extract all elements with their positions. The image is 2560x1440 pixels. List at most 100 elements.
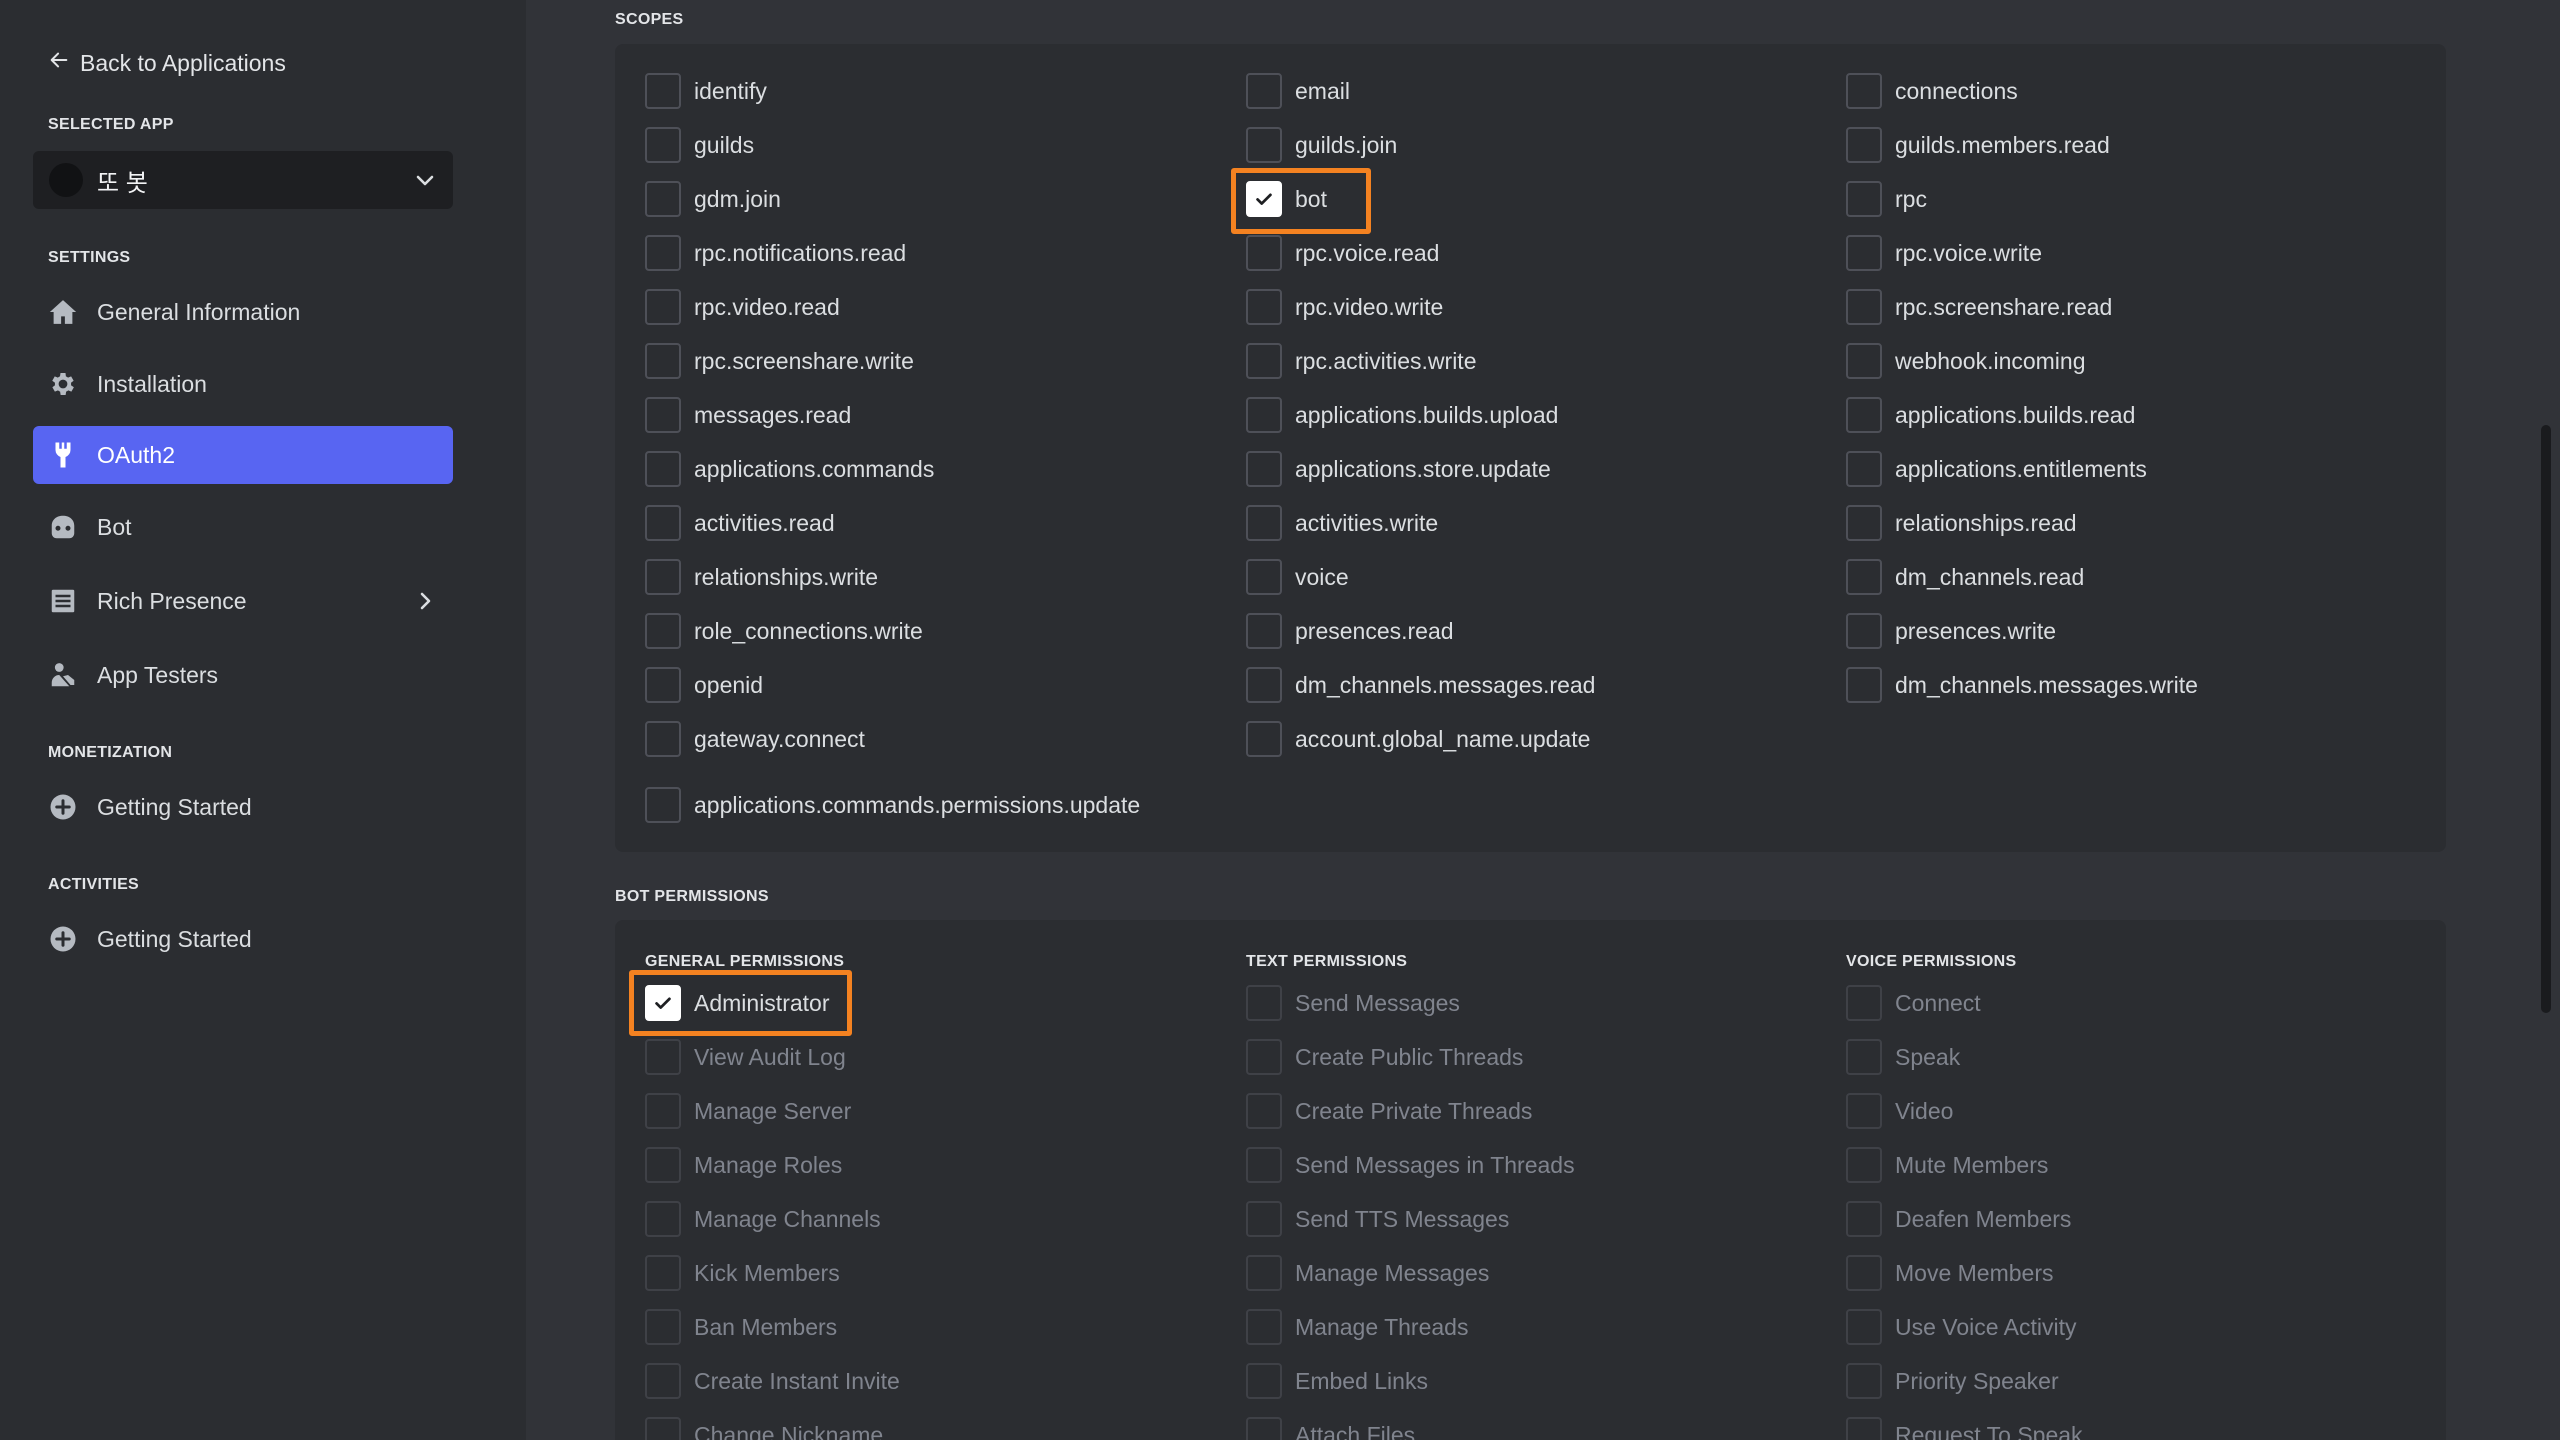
checkbox[interactable] [1846,1201,1882,1237]
checkbox[interactable] [645,613,681,649]
permission-view-audit-log[interactable]: View Audit Log [645,1039,846,1075]
scope-rpc-voice-write[interactable]: rpc.voice.write [1846,235,2042,271]
checkbox[interactable] [645,559,681,595]
checkbox[interactable] [645,127,681,163]
permission-move-members[interactable]: Move Members [1846,1255,2053,1291]
permission-use-voice-activity[interactable]: Use Voice Activity [1846,1309,2077,1345]
nav-item-monetization-getting-started[interactable]: Getting Started [33,778,453,836]
permission-manage-channels[interactable]: Manage Channels [645,1201,881,1237]
checkbox[interactable] [1846,1309,1882,1345]
scope-applications-commands[interactable]: applications.commands [645,451,934,487]
checkbox[interactable] [1846,127,1882,163]
nav-item-general-information[interactable]: General Information [33,283,453,341]
scope-relationships-read[interactable]: relationships.read [1846,505,2077,541]
checkbox[interactable] [1846,1363,1882,1399]
checkbox[interactable] [1846,235,1882,271]
permission-send-messages-in-threads[interactable]: Send Messages in Threads [1246,1147,1575,1183]
checkbox[interactable] [645,1363,681,1399]
checkbox[interactable] [1246,1255,1282,1291]
checkbox[interactable] [645,505,681,541]
checkbox[interactable] [1846,289,1882,325]
checkbox[interactable] [1846,397,1882,433]
scope-gdm-join[interactable]: gdm.join [645,181,781,217]
nav-item-rich-presence[interactable]: Rich Presence [33,572,453,630]
permission-create-instant-invite[interactable]: Create Instant Invite [645,1363,900,1399]
permission-request-to-speak[interactable]: Request To Speak [1846,1417,2083,1440]
nav-item-app-testers[interactable]: App Testers [33,646,453,704]
checkbox[interactable] [645,787,681,823]
permission-manage-roles[interactable]: Manage Roles [645,1147,842,1183]
scope-email[interactable]: email [1246,73,1350,109]
scope-identify[interactable]: identify [645,73,767,109]
permission-mute-members[interactable]: Mute Members [1846,1147,2048,1183]
checkbox[interactable] [1846,1039,1882,1075]
checkbox[interactable] [1246,289,1282,325]
checkbox[interactable] [645,289,681,325]
permission-connect[interactable]: Connect [1846,985,1981,1021]
checkbox[interactable] [1846,613,1882,649]
checkbox[interactable] [645,397,681,433]
scope-dm-channels-read[interactable]: dm_channels.read [1846,559,2084,595]
checkbox[interactable] [1846,505,1882,541]
checkbox[interactable] [1846,985,1882,1021]
permission-embed-links[interactable]: Embed Links [1246,1363,1428,1399]
scope-activities-write[interactable]: activities.write [1246,505,1438,541]
checkbox[interactable] [1246,397,1282,433]
checkbox[interactable] [645,1201,681,1237]
permission-ban-members[interactable]: Ban Members [645,1309,837,1345]
scope-connections[interactable]: connections [1846,73,2018,109]
checkbox[interactable] [1846,559,1882,595]
scrollbar[interactable] [2541,425,2551,1013]
scope-applications-entitlements[interactable]: applications.entitlements [1846,451,2147,487]
scope-rpc-screenshare-read[interactable]: rpc.screenshare.read [1846,289,2112,325]
checkbox[interactable] [1246,235,1282,271]
checkbox[interactable] [645,721,681,757]
checkbox-checked[interactable] [645,985,681,1021]
checkbox[interactable] [1246,721,1282,757]
scope-dm-channels-messages-write[interactable]: dm_channels.messages.write [1846,667,2198,703]
permission-change-nickname[interactable]: Change Nickname [645,1417,883,1440]
scope-applications-store-update[interactable]: applications.store.update [1246,451,1551,487]
permission-manage-messages[interactable]: Manage Messages [1246,1255,1489,1291]
scope-guilds-members-read[interactable]: guilds.members.read [1846,127,2110,163]
checkbox[interactable] [1846,181,1882,217]
nav-item-installation[interactable]: Installation [33,355,453,413]
checkbox[interactable] [1246,985,1282,1021]
scope-relationships-write[interactable]: relationships.write [645,559,878,595]
scope-voice[interactable]: voice [1246,559,1349,595]
scope-rpc-activities-write[interactable]: rpc.activities.write [1246,343,1476,379]
checkbox[interactable] [645,1309,681,1345]
checkbox[interactable] [645,1039,681,1075]
checkbox[interactable] [1246,451,1282,487]
permission-video[interactable]: Video [1846,1093,1953,1129]
checkbox[interactable] [1246,73,1282,109]
checkbox[interactable] [1846,667,1882,703]
app-selector[interactable]: 또 봇 [33,151,453,209]
permission-manage-server[interactable]: Manage Server [645,1093,851,1129]
permission-create-public-threads[interactable]: Create Public Threads [1246,1039,1523,1075]
checkbox[interactable] [1246,1201,1282,1237]
scope-applications-builds-read[interactable]: applications.builds.read [1846,397,2135,433]
permission-manage-threads[interactable]: Manage Threads [1246,1309,1468,1345]
checkbox[interactable] [1246,667,1282,703]
scope-rpc-screenshare-write[interactable]: rpc.screenshare.write [645,343,914,379]
permission-send-tts-messages[interactable]: Send TTS Messages [1246,1201,1509,1237]
nav-item-bot[interactable]: Bot [33,498,453,556]
permission-speak[interactable]: Speak [1846,1039,1960,1075]
scope-activities-read[interactable]: activities.read [645,505,835,541]
checkbox[interactable] [1846,451,1882,487]
checkbox[interactable] [645,667,681,703]
checkbox[interactable] [1246,1417,1282,1440]
scope-applications-builds-upload[interactable]: applications.builds.upload [1246,397,1558,433]
scope-rpc-notifications-read[interactable]: rpc.notifications.read [645,235,906,271]
checkbox[interactable] [1246,1147,1282,1183]
permission-send-messages[interactable]: Send Messages [1246,985,1460,1021]
checkbox[interactable] [1246,1309,1282,1345]
permission-administrator[interactable]: Administrator [645,985,829,1021]
checkbox[interactable] [645,343,681,379]
checkbox[interactable] [645,73,681,109]
scope-rpc-video-read[interactable]: rpc.video.read [645,289,840,325]
scope-rpc[interactable]: rpc [1846,181,1927,217]
scope-presences-write[interactable]: presences.write [1846,613,2056,649]
permission-kick-members[interactable]: Kick Members [645,1255,840,1291]
